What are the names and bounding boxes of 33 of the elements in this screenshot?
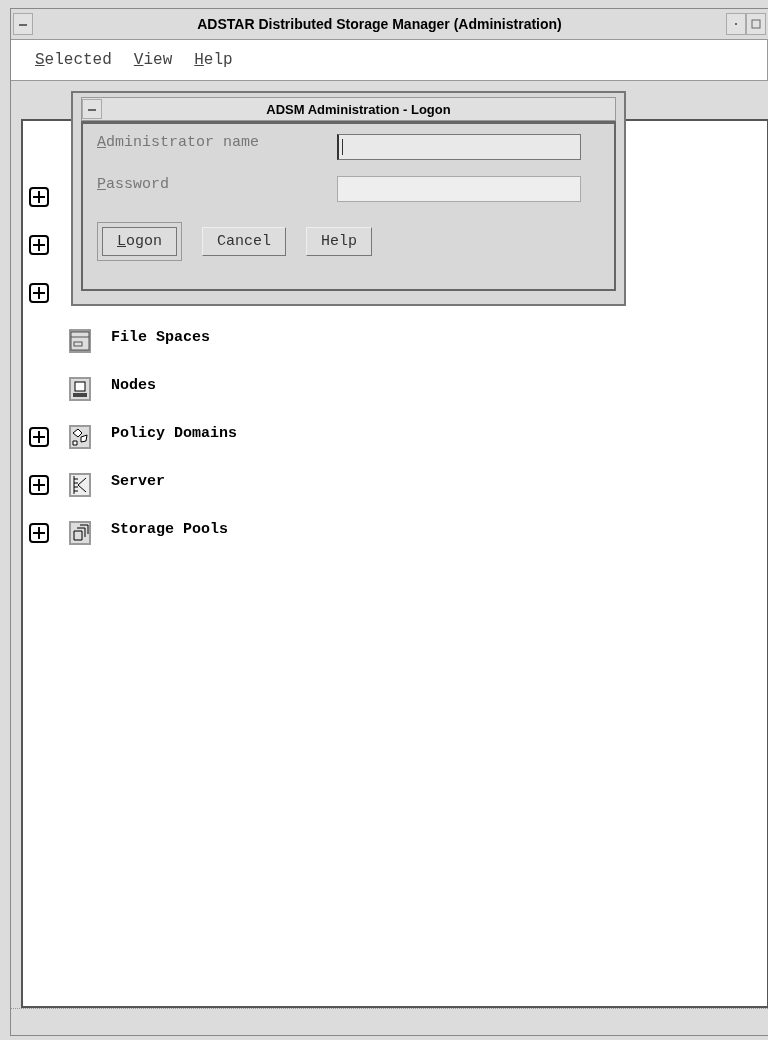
system-menu-button[interactable] xyxy=(82,99,102,119)
shapes-icon xyxy=(69,425,91,449)
menu-item[interactable]: Help xyxy=(194,51,233,69)
input-field[interactable] xyxy=(337,134,581,160)
network-icon xyxy=(69,473,91,497)
tree-item[interactable]: Server xyxy=(111,473,165,490)
stack-icon xyxy=(69,521,91,545)
tree-item[interactable]: Nodes xyxy=(111,377,156,394)
menu-item[interactable]: View xyxy=(133,51,173,69)
dash-icon xyxy=(87,106,97,112)
dash-icon xyxy=(18,21,28,27)
expand-icon[interactable] xyxy=(29,187,49,207)
expand-icon[interactable] xyxy=(29,475,49,495)
expand-icon[interactable] xyxy=(29,235,49,255)
tree-item[interactable]: Policy Domains xyxy=(111,425,238,442)
expand-icon[interactable] xyxy=(29,523,49,543)
system-menu-button[interactable] xyxy=(13,13,33,35)
field-label: Password xyxy=(97,176,171,193)
expand-icon[interactable] xyxy=(29,283,49,303)
field-label: Administrator name xyxy=(97,134,261,151)
computer-icon xyxy=(69,377,91,401)
input-field[interactable] xyxy=(337,176,581,202)
expand-icon[interactable] xyxy=(29,427,49,447)
menu-item[interactable]: Selected xyxy=(35,51,112,69)
dialog-title: ADSM Administration - Logon xyxy=(265,101,452,117)
tree-item[interactable]: File Spaces xyxy=(111,329,211,346)
dialog-button[interactable]: Logon xyxy=(97,222,183,261)
window-title: ADSTAR Distributed Storage Manager (Administration) xyxy=(196,16,563,32)
square-icon xyxy=(751,19,761,29)
window-icon xyxy=(69,329,91,353)
dialog-button[interactable]: Cancel xyxy=(202,227,287,256)
tree-item[interactable]: Storage Pools xyxy=(111,521,229,538)
dialog-button[interactable]: Help xyxy=(306,227,373,256)
